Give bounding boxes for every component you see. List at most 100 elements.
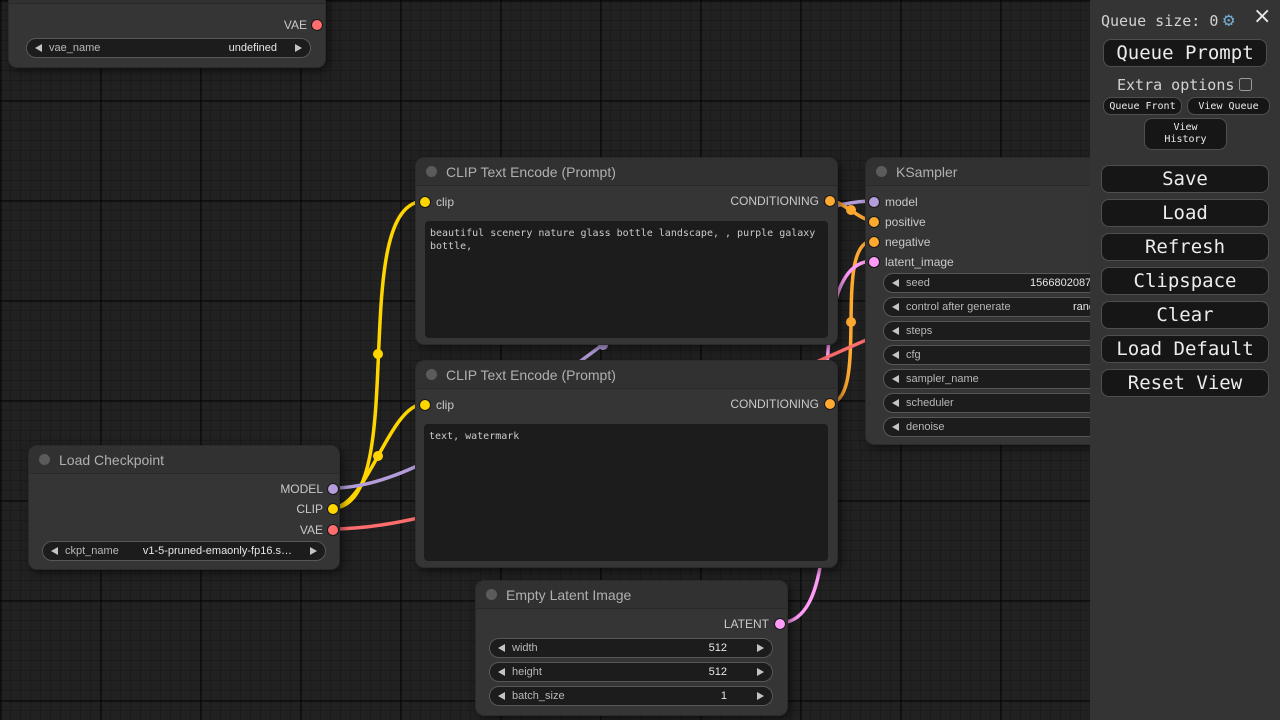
collapse-dot[interactable]	[426, 166, 437, 177]
right-arrow-icon[interactable]	[295, 44, 302, 52]
widget-value: 512	[709, 642, 727, 654]
clear-button[interactable]: Clear	[1101, 301, 1269, 329]
queue-front-button[interactable]: Queue Front	[1103, 97, 1182, 115]
right-arrow-icon[interactable]	[757, 692, 764, 700]
widget-label: batch_size	[512, 690, 565, 702]
input-slot-clip[interactable]	[420, 400, 430, 410]
widget-label: denoise	[906, 421, 945, 433]
extra-options-checkbox[interactable]	[1239, 78, 1252, 91]
left-arrow-icon[interactable]	[498, 668, 505, 676]
node-graph-canvas[interactable]: VAE vae_name undefined Load Checkpoint M…	[0, 0, 1280, 720]
output-slot-vae[interactable]	[312, 20, 322, 30]
input-label: latent_image	[885, 255, 954, 269]
output-label: CLIP	[296, 502, 323, 516]
input-label: clip	[436, 195, 454, 209]
clipspace-button[interactable]: Clipspace	[1101, 267, 1269, 295]
node-load-checkpoint[interactable]: Load Checkpoint MODEL CLIP VAE ckpt_name…	[28, 445, 340, 570]
node-empty-latent-image[interactable]: Empty Latent Image LATENT width 512 heig…	[475, 580, 788, 716]
input-slot-clip[interactable]	[420, 197, 430, 207]
right-arrow-icon[interactable]	[310, 547, 317, 555]
refresh-button[interactable]: Refresh	[1101, 233, 1269, 261]
collapse-dot[interactable]	[426, 369, 437, 380]
output-slot-conditioning[interactable]	[825, 196, 835, 206]
left-arrow-icon[interactable]	[892, 399, 899, 407]
left-arrow-icon[interactable]	[892, 351, 899, 359]
widget-batch-size[interactable]: batch_size 1	[489, 686, 773, 706]
prompt-textarea[interactable]: beautiful scenery nature glass bottle la…	[425, 221, 828, 338]
input-slot-positive[interactable]	[869, 217, 879, 227]
node-vae-loader[interactable]: VAE vae_name undefined	[8, 0, 326, 68]
collapse-dot[interactable]	[39, 454, 50, 465]
node-title-bar[interactable]	[9, 0, 325, 4]
left-arrow-icon[interactable]	[498, 644, 505, 652]
widget-label: width	[512, 642, 538, 654]
node-clip-text-encode-positive[interactable]: CLIP Text Encode (Prompt) clip CONDITION…	[415, 157, 838, 345]
output-slot-model[interactable]	[328, 484, 338, 494]
node-title: KSampler	[896, 164, 957, 180]
prompt-textarea[interactable]: text, watermark	[424, 424, 828, 561]
node-clip-text-encode-negative[interactable]: CLIP Text Encode (Prompt) clip CONDITION…	[415, 360, 838, 568]
output-slot-vae[interactable]	[328, 525, 338, 535]
left-arrow-icon[interactable]	[892, 423, 899, 431]
widget-value: 1	[721, 690, 727, 702]
extra-options-label: Extra options	[1117, 76, 1234, 94]
left-arrow-icon[interactable]	[892, 303, 899, 311]
node-title-bar[interactable]: Load Checkpoint	[29, 446, 339, 474]
left-arrow-icon[interactable]	[892, 279, 899, 287]
view-queue-button[interactable]: View Queue	[1187, 97, 1270, 115]
queue-prompt-button[interactable]: Queue Prompt	[1103, 39, 1267, 67]
widget-value: 512	[709, 666, 727, 678]
link-midpoint-dot	[846, 317, 856, 327]
output-label: MODEL	[280, 482, 323, 496]
load-default-button[interactable]: Load Default	[1101, 335, 1269, 363]
close-icon[interactable]: ×	[1253, 6, 1271, 28]
output-slot-clip[interactable]	[328, 504, 338, 514]
widget-label: steps	[906, 325, 932, 337]
input-slot-negative[interactable]	[869, 237, 879, 247]
left-arrow-icon[interactable]	[498, 692, 505, 700]
node-title: CLIP Text Encode (Prompt)	[446, 164, 616, 180]
link-midpoint-dot	[846, 205, 856, 215]
widget-ckpt-name[interactable]: ckpt_name v1-5-pruned-emaonly-fp16.s…	[42, 541, 326, 561]
collapse-dot[interactable]	[486, 589, 497, 600]
widget-height[interactable]: height 512	[489, 662, 773, 682]
input-label: negative	[885, 235, 930, 249]
node-title: Empty Latent Image	[506, 587, 631, 603]
settings-gear-icon[interactable]: ⚙	[1223, 11, 1234, 30]
widget-label: height	[512, 666, 542, 678]
view-history-label: View History	[1158, 122, 1214, 146]
input-label: positive	[885, 215, 926, 229]
output-label: VAE	[284, 18, 307, 32]
widget-vae-name[interactable]: vae_name undefined	[26, 38, 311, 58]
input-slot-latent-image[interactable]	[869, 257, 879, 267]
left-arrow-icon[interactable]	[51, 547, 58, 555]
menu-panel: Queue size: 0 ⚙ × Queue Prompt Extra opt…	[1090, 0, 1280, 720]
node-title-bar[interactable]: CLIP Text Encode (Prompt)	[416, 158, 837, 186]
output-slot-conditioning[interactable]	[825, 399, 835, 409]
widget-label: cfg	[906, 349, 921, 361]
output-slot-latent[interactable]	[775, 619, 785, 629]
node-title-bar[interactable]: Empty Latent Image	[476, 581, 787, 609]
left-arrow-icon[interactable]	[35, 44, 42, 52]
node-title-bar[interactable]: CLIP Text Encode (Prompt)	[416, 361, 837, 389]
output-label: LATENT	[724, 617, 769, 631]
widget-value: undefined	[229, 42, 277, 54]
view-history-button[interactable]: View History	[1144, 118, 1227, 150]
left-arrow-icon[interactable]	[892, 375, 899, 383]
right-arrow-icon[interactable]	[757, 668, 764, 676]
right-arrow-icon[interactable]	[757, 644, 764, 652]
collapse-dot[interactable]	[876, 166, 887, 177]
save-button[interactable]: Save	[1101, 165, 1269, 193]
node-title: CLIP Text Encode (Prompt)	[446, 367, 616, 383]
input-label: model	[885, 195, 918, 209]
reset-view-button[interactable]: Reset View	[1101, 369, 1269, 397]
widget-value: 1566802087	[1030, 277, 1091, 289]
widget-width[interactable]: width 512	[489, 638, 773, 658]
left-arrow-icon[interactable]	[892, 327, 899, 335]
link-midpoint-dot	[373, 451, 383, 461]
input-slot-model[interactable]	[869, 197, 879, 207]
widget-label: control after generate	[906, 301, 1011, 313]
link-midpoint-dot	[373, 349, 383, 359]
load-button[interactable]: Load	[1101, 199, 1269, 227]
input-label: clip	[436, 398, 454, 412]
